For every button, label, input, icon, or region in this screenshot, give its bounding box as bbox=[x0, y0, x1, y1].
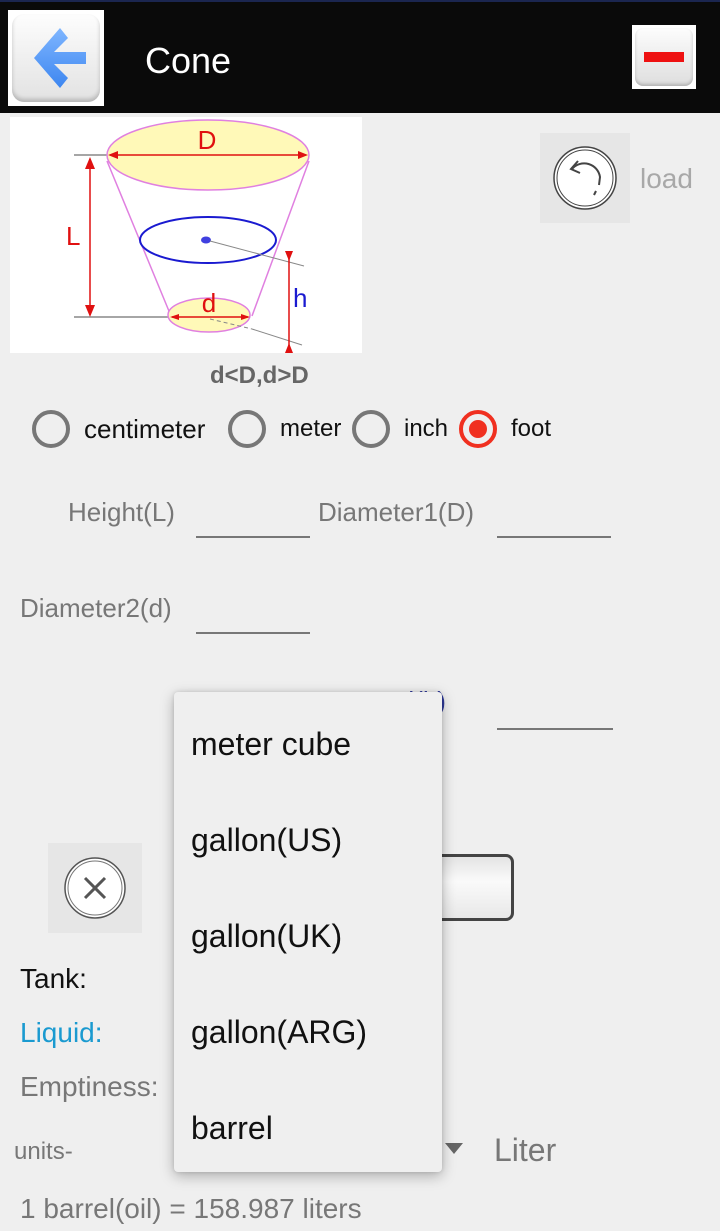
volume-unit-dropdown: meter cube gallon(US) gallon(UK) gallon(… bbox=[174, 692, 442, 1172]
dropdown-option-gallon-uk[interactable]: gallon(UK) bbox=[191, 888, 431, 978]
height-input[interactable] bbox=[196, 502, 310, 538]
label-d: d bbox=[202, 288, 216, 318]
radio-circle-icon bbox=[352, 410, 390, 448]
dropdown-option-barrel[interactable]: barrel bbox=[191, 1080, 431, 1170]
back-arrow-icon bbox=[34, 28, 86, 88]
center-dot bbox=[201, 236, 211, 244]
cone-diagram: D L d h bbox=[10, 117, 362, 353]
radio-meter[interactable]: meter bbox=[228, 410, 341, 448]
label-L: L bbox=[66, 221, 80, 251]
radio-centimeter[interactable]: centimeter bbox=[32, 410, 205, 448]
label-D: D bbox=[198, 125, 217, 155]
diameter1-label: Diameter1(D) bbox=[318, 497, 475, 527]
liter-unit-label: Liter bbox=[494, 1132, 557, 1168]
minus-icon bbox=[644, 52, 684, 62]
units-prefix-label: units- bbox=[14, 1138, 73, 1165]
tank-label: Tank: bbox=[20, 963, 87, 994]
cone-calculator-screen: Cone D L d h d<D,d>D load centimeter met… bbox=[0, 0, 720, 1231]
diameter2-input[interactable] bbox=[196, 598, 310, 634]
dropdown-option-gallon-arg[interactable]: gallon(ARG) bbox=[191, 984, 431, 1074]
radio-circle-icon bbox=[32, 410, 70, 448]
level-input[interactable] bbox=[497, 694, 613, 730]
action-bar: Cone bbox=[0, 2, 720, 113]
load-button[interactable] bbox=[540, 133, 630, 223]
liquid-label: Liquid: bbox=[20, 1017, 103, 1048]
radio-foot[interactable]: foot bbox=[459, 410, 551, 448]
remove-button[interactable] bbox=[632, 25, 696, 89]
diameter2-label: Diameter2(d) bbox=[20, 593, 172, 623]
page-title: Cone bbox=[145, 40, 232, 81]
dropdown-option-meter-cube[interactable]: meter cube bbox=[191, 696, 431, 786]
radio-inch[interactable]: inch bbox=[352, 410, 448, 448]
conversion-note: 1 barrel(oil) = 158.987 liters bbox=[20, 1193, 362, 1224]
diagram-caption: d<D,d>D bbox=[210, 362, 309, 389]
label-h: h bbox=[293, 283, 307, 313]
height-label: Height(L) bbox=[68, 497, 175, 527]
clear-button[interactable] bbox=[48, 843, 142, 933]
diameter1-input[interactable] bbox=[497, 502, 611, 538]
emptiness-label: Emptiness: bbox=[20, 1071, 159, 1102]
radio-checked-icon bbox=[459, 410, 497, 448]
back-button[interactable] bbox=[8, 10, 104, 106]
clear-x-icon bbox=[64, 857, 126, 919]
load-label: load bbox=[640, 163, 693, 194]
dropdown-arrow-icon[interactable] bbox=[445, 1143, 463, 1154]
dropdown-option-gallon-us[interactable]: gallon(US) bbox=[191, 792, 431, 882]
undo-icon bbox=[553, 146, 617, 210]
radio-circle-icon bbox=[228, 410, 266, 448]
